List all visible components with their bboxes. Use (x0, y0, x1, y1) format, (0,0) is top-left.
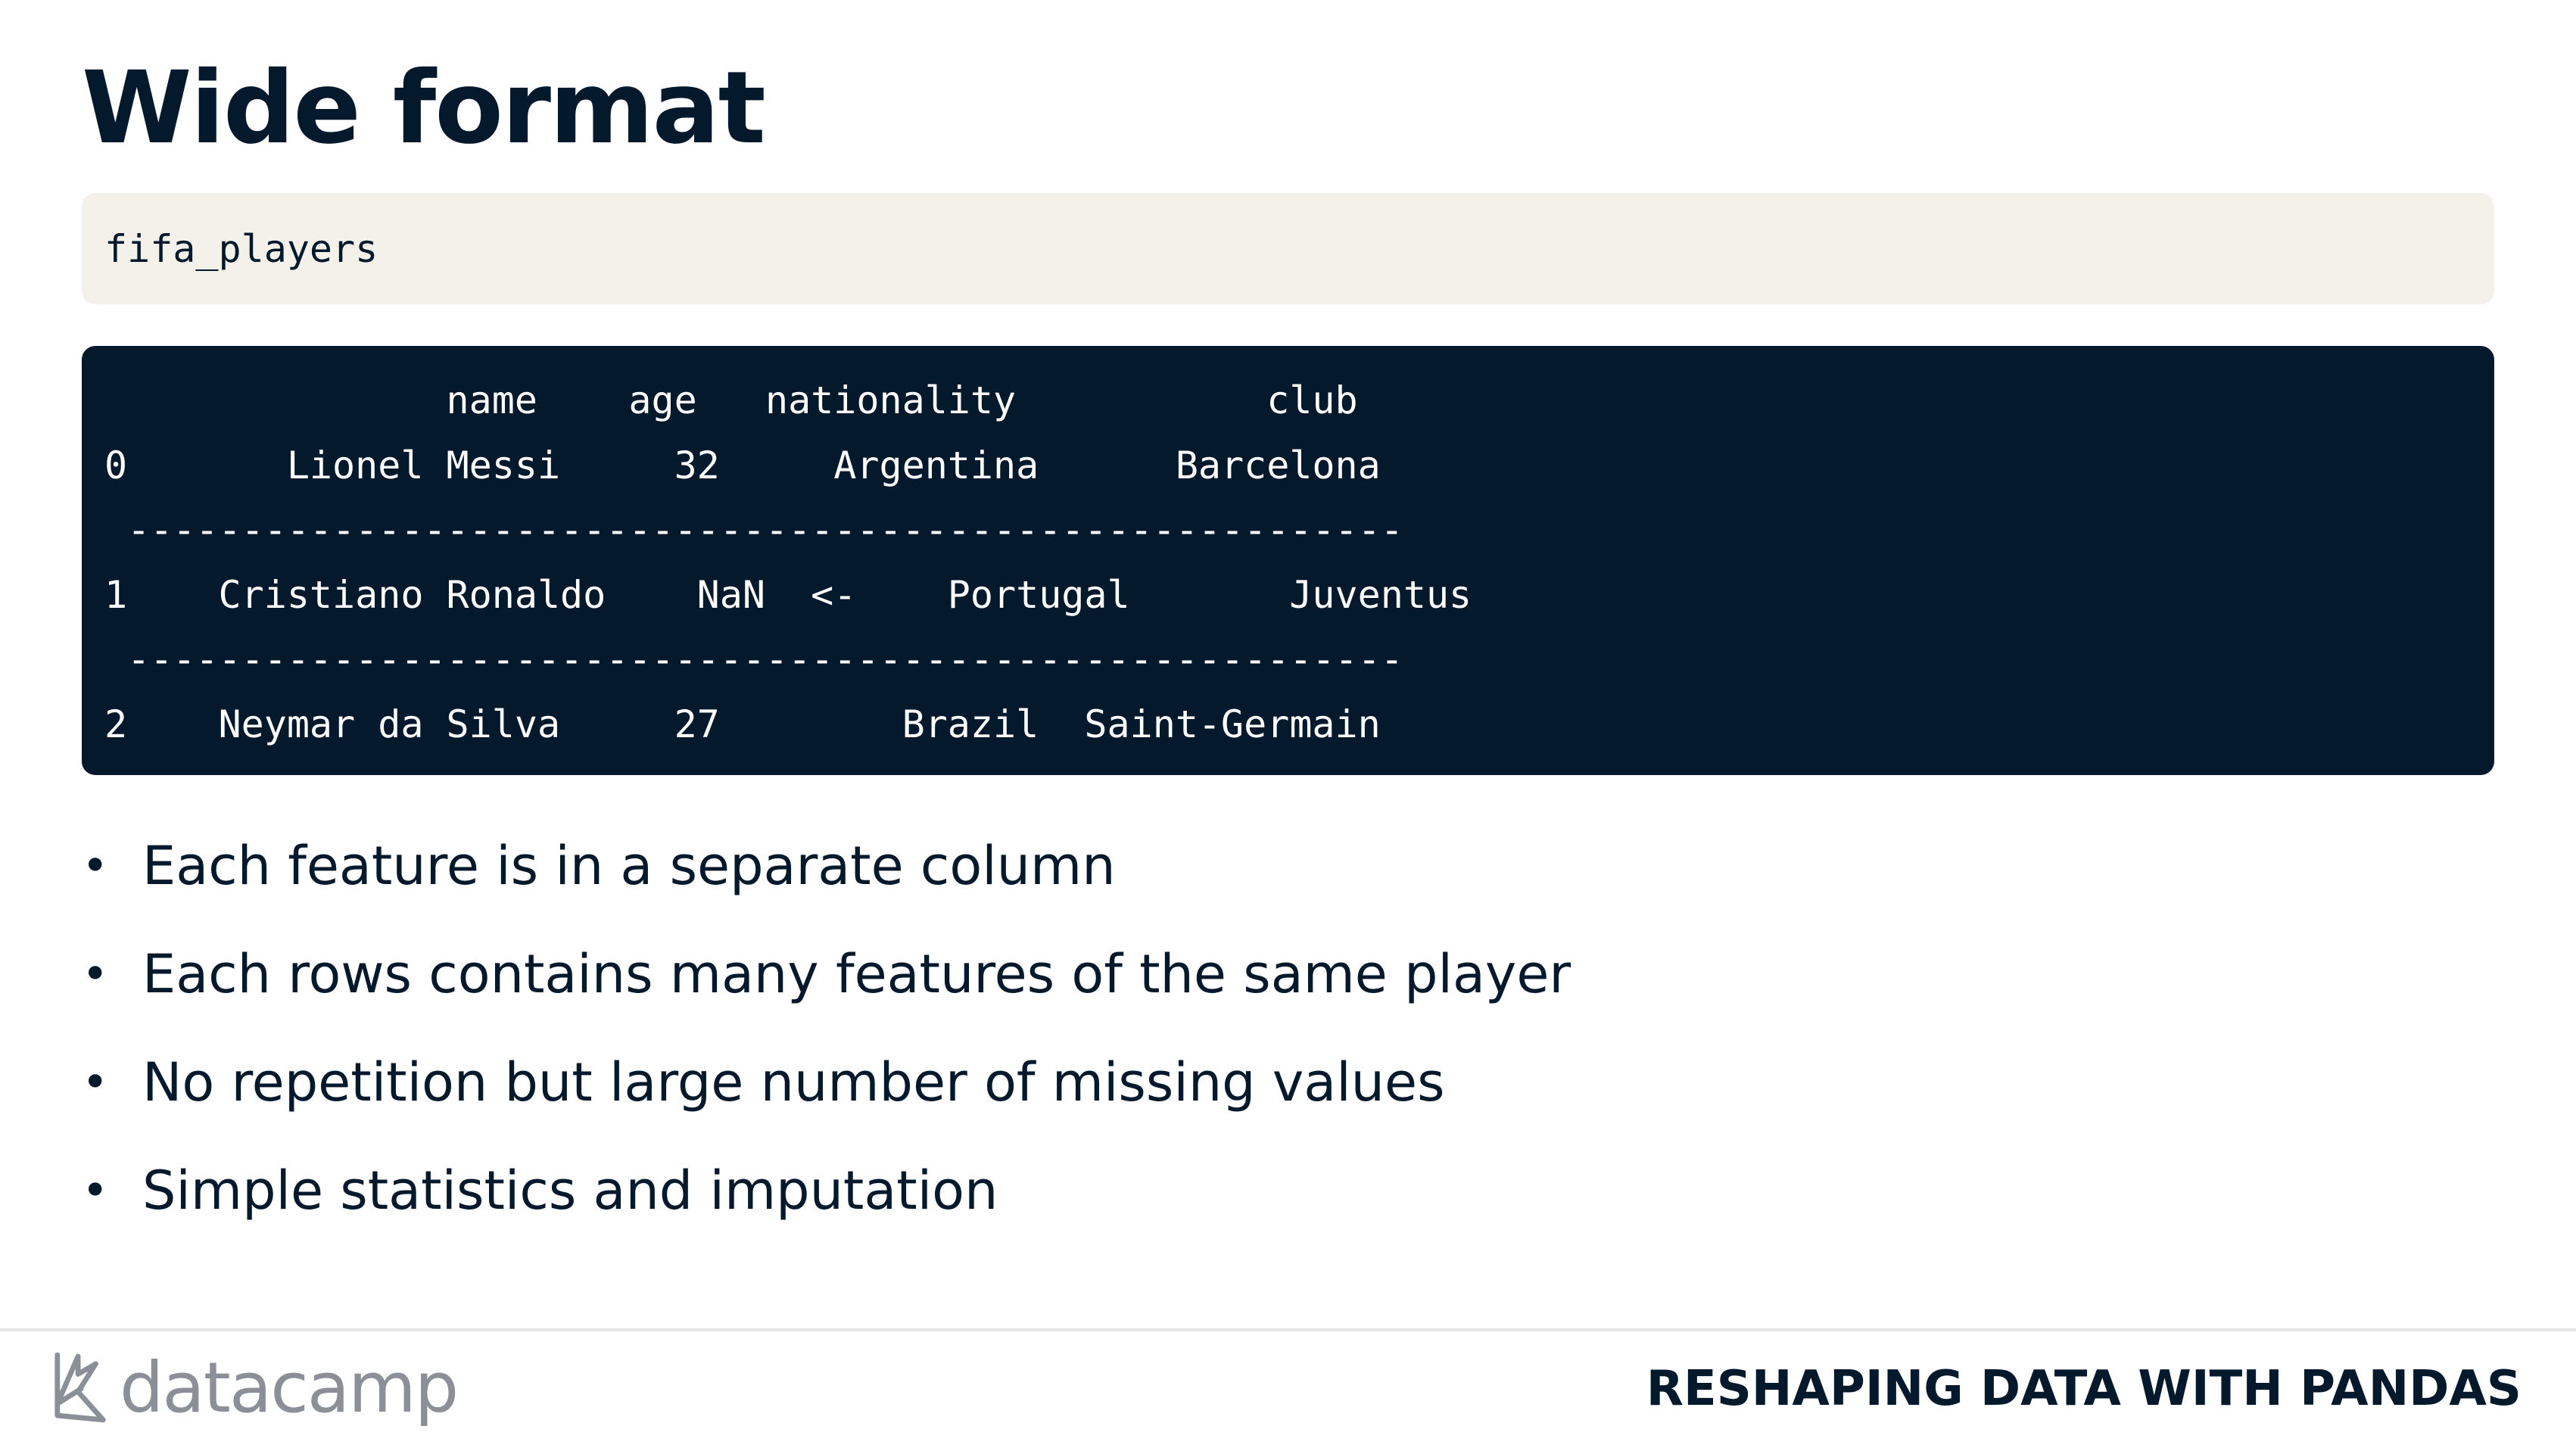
output-separator: ----------------------------------------… (104, 637, 1403, 681)
bullet-list: • Each feature is in a separate column •… (82, 811, 1571, 1244)
bullet-item: • No repetition but large number of miss… (82, 1028, 1571, 1136)
output-row-1: 1 Cristiano Ronaldo NaN <- Portugal Juve… (104, 572, 1472, 617)
output-row-0: 0 Lionel Messi 32 Argentina Barcelona (104, 443, 1381, 487)
footer-divider (0, 1328, 2576, 1331)
code-input-block: fifa_players (82, 193, 2494, 304)
output-header-row: name age nationality club (104, 378, 1358, 422)
datacamp-logo-icon (55, 1352, 106, 1423)
output-row-2: 2 Neymar da Silva 27 Brazil Saint-Germai… (104, 702, 1381, 746)
bullet-text: Simple statistics and imputation (142, 1159, 998, 1222)
bullet-text: No repetition but large number of missin… (142, 1051, 1445, 1113)
slide-title: Wide format (82, 50, 766, 167)
bullet-text: Each rows contains many features of the … (142, 942, 1571, 1005)
bullet-icon: • (82, 839, 109, 892)
course-title: RESHAPING DATA WITH PANDAS (1646, 1361, 2521, 1417)
bullet-text: Each feature is in a separate column (142, 834, 1116, 897)
datacamp-logo: datacamp (51, 1347, 459, 1428)
bullet-item: • Each feature is in a separate column (82, 811, 1571, 920)
bullet-icon: • (82, 947, 109, 1001)
bullet-icon: • (82, 1055, 109, 1109)
bullet-item: • Simple statistics and imputation (82, 1136, 1571, 1244)
bullet-icon: • (82, 1163, 109, 1217)
code-input-text: fifa_players (104, 226, 378, 271)
code-output-block: name age nationality club 0 Lionel Messi… (82, 346, 2494, 775)
output-separator: ----------------------------------------… (104, 508, 1403, 552)
logo-wordmark: datacamp (120, 1347, 459, 1428)
bullet-item: • Each rows contains many features of th… (82, 920, 1571, 1028)
